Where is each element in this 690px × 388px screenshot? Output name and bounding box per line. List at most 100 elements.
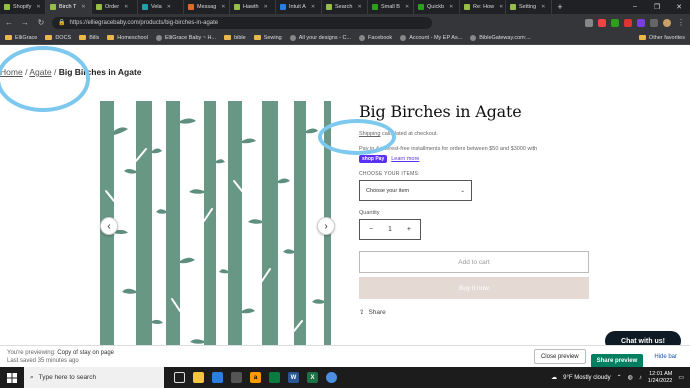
- browser-tab[interactable]: Setting ✕: [506, 0, 552, 14]
- quantity-increase-button[interactable]: +: [407, 226, 411, 233]
- bookmark-item[interactable]: ElliGrace Baby ~ H...: [155, 34, 216, 41]
- new-tab-button[interactable]: +: [552, 2, 568, 12]
- bookmark-item[interactable]: BibleGateway.com:...: [470, 34, 531, 41]
- browser-tab[interactable]: Quickb ✕: [414, 0, 460, 14]
- weather-text[interactable]: 9°F Mostly cloudy: [563, 375, 610, 381]
- close-tab-icon[interactable]: ✕: [124, 4, 128, 10]
- chevron-left-icon: ‹: [107, 220, 111, 232]
- shipping-note: Shipping calculated at checkout.: [359, 131, 438, 137]
- url-bar[interactable]: 🔒 https://elliegracebaby.com/products/bi…: [52, 16, 432, 29]
- installments-text: Pay in 4 interest-free installments for …: [359, 146, 538, 152]
- close-tab-icon[interactable]: ✕: [36, 4, 40, 10]
- word-icon[interactable]: W: [288, 372, 299, 383]
- extension-icon[interactable]: [611, 18, 619, 27]
- tray-arrow-icon[interactable]: ⌃: [617, 374, 622, 381]
- hide-bar-button[interactable]: Hide bar: [648, 349, 683, 364]
- bookmark-list: ElliGrace DOCS Bills Homeschool ElliGrace Ba…: [5, 34, 531, 41]
- reload-icon[interactable]: ↻: [36, 18, 46, 27]
- close-preview-button[interactable]: Close preview: [533, 349, 586, 364]
- shop-pay-logo: shop Pay: [359, 155, 388, 163]
- excel-icon[interactable]: X: [307, 372, 318, 383]
- quantity-input[interactable]: 1: [388, 226, 392, 233]
- browser-tab[interactable]: Vela ✕: [138, 0, 184, 14]
- close-tab-icon[interactable]: ✕: [499, 4, 503, 10]
- tab-list: Shopify ✕ Birch T ✕ Order ✕ Vela ✕ Messag ✕ Hawth ✕…: [0, 0, 552, 14]
- item-select[interactable]: Choose your item ⌄: [359, 180, 472, 201]
- adblock-extension-icon[interactable]: [598, 18, 606, 27]
- bookmark-item[interactable]: Homeschool: [107, 35, 148, 41]
- file-explorer-icon[interactable]: [193, 372, 204, 383]
- menu-icon[interactable]: ⋮: [676, 18, 686, 27]
- windows-start-icon[interactable]: [0, 367, 24, 388]
- gallery-prev-button[interactable]: ‹: [100, 217, 118, 235]
- bookmark-item[interactable]: ElliGrace: [5, 35, 37, 41]
- bookmark-item[interactable]: bible: [224, 35, 246, 41]
- close-tab-icon[interactable]: ✕: [81, 4, 85, 10]
- browser-tab[interactable]: Small B ✕: [368, 0, 414, 14]
- forward-icon[interactable]: →: [20, 18, 30, 27]
- maximize-icon[interactable]: ❐: [646, 3, 668, 11]
- buy-now-button[interactable]: Buy it now: [359, 277, 589, 299]
- clock[interactable]: 12:01 AM 1/24/2022: [648, 371, 672, 385]
- zoom-icon[interactable]: [585, 18, 593, 27]
- share-button[interactable]: ⇪ Share: [359, 308, 594, 317]
- bookmark-item[interactable]: Sewing: [253, 35, 282, 41]
- bookmark-item[interactable]: Account - My EP As...: [400, 34, 462, 41]
- product-image[interactable]: [100, 101, 331, 367]
- favicon-icon: [234, 4, 240, 10]
- close-window-icon[interactable]: ✕: [668, 3, 690, 11]
- bookmark-item[interactable]: DOCS: [45, 35, 71, 41]
- other-favorites[interactable]: Other favorites: [638, 35, 685, 41]
- shipping-link[interactable]: Shipping: [359, 131, 380, 137]
- gallery-next-button[interactable]: ›: [317, 217, 335, 235]
- close-tab-icon[interactable]: ✕: [357, 4, 361, 10]
- puzzle-icon[interactable]: [650, 18, 658, 27]
- browser-tab[interactable]: Hawth ✕: [230, 0, 276, 14]
- close-tab-icon[interactable]: ✕: [449, 4, 453, 10]
- extension-icon[interactable]: [624, 18, 632, 27]
- network-icon[interactable]: ◍: [628, 374, 633, 381]
- notification-icon[interactable]: ▭: [678, 374, 684, 381]
- bookmark-item[interactable]: Facebook: [359, 34, 392, 41]
- browser-tab[interactable]: Birch T ✕: [46, 0, 92, 14]
- store-icon[interactable]: [231, 372, 242, 383]
- learn-more-link[interactable]: Learn more: [391, 156, 419, 162]
- close-tab-icon[interactable]: ✕: [405, 4, 409, 10]
- bookmark-item[interactable]: Bills: [79, 35, 99, 41]
- browser-tab[interactable]: Search ✕: [322, 0, 368, 14]
- browser-tab[interactable]: Intuit A ✕: [276, 0, 322, 14]
- close-tab-icon[interactable]: ✕: [167, 4, 171, 10]
- volume-icon[interactable]: ♪: [639, 375, 642, 381]
- bookmark-item[interactable]: All your designs - C...: [289, 34, 351, 41]
- amazon-icon[interactable]: a: [250, 372, 261, 383]
- browser-tab[interactable]: Shopify ✕: [0, 0, 46, 14]
- search-icon: ⌕: [30, 373, 34, 381]
- breadcrumb-home[interactable]: Home: [0, 67, 23, 77]
- browser-tab[interactable]: Re: How ✕: [460, 0, 506, 14]
- close-tab-icon[interactable]: ✕: [264, 4, 268, 10]
- extension-icon[interactable]: [637, 18, 645, 27]
- close-tab-icon[interactable]: ✕: [221, 4, 225, 10]
- chevron-down-icon: ⌄: [460, 187, 465, 194]
- chrome-icon[interactable]: [326, 372, 337, 383]
- quickbooks-icon[interactable]: [269, 372, 280, 383]
- add-to-cart-button[interactable]: Add to cart: [359, 251, 589, 273]
- browser-tab[interactable]: Order ✕: [92, 0, 138, 14]
- browser-tab[interactable]: Messag ✕: [184, 0, 230, 14]
- close-tab-icon[interactable]: ✕: [541, 4, 545, 10]
- item-select-value: Choose your item: [366, 187, 410, 194]
- url-text: https://elliegracebaby.com/products/big-…: [69, 19, 219, 26]
- profile-avatar[interactable]: [663, 18, 671, 27]
- preview-actions: Close preview Share preview Hide bar: [533, 345, 683, 369]
- task-view-icon[interactable]: [174, 372, 185, 383]
- minimize-icon[interactable]: –: [624, 3, 646, 11]
- taskbar-search[interactable]: ⌕ Type here to search: [24, 367, 164, 388]
- preview-theme-name: Copy of stay on page: [57, 349, 115, 356]
- back-icon[interactable]: ←: [4, 18, 14, 27]
- favicon-icon: [326, 4, 332, 10]
- breadcrumb-collection[interactable]: Agate: [29, 67, 51, 77]
- close-tab-icon[interactable]: ✕: [311, 4, 315, 10]
- folder-icon: [253, 35, 261, 40]
- edge-icon[interactable]: [212, 372, 223, 383]
- quantity-decrease-button[interactable]: −: [369, 226, 373, 233]
